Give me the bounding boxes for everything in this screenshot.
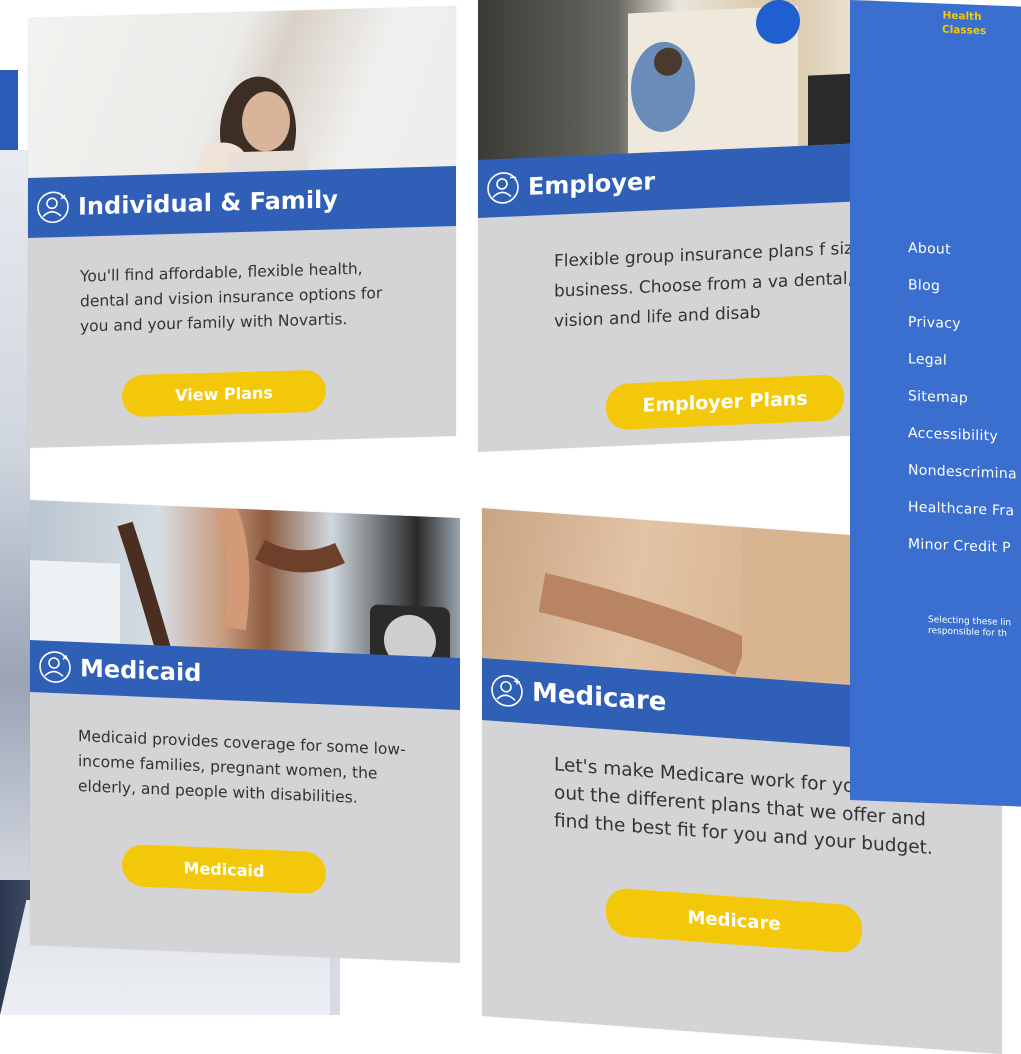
card-title: Medicare	[532, 677, 667, 718]
card-description: Flexible group insurance plans f size bu…	[554, 238, 864, 332]
card-title: Employer	[528, 167, 656, 201]
card-medicaid: Medicaid Medicaid provides coverage for …	[30, 500, 460, 964]
person-icon	[37, 191, 69, 224]
card-title: Medicaid	[80, 654, 202, 688]
person-plus-icon	[491, 674, 523, 707]
card-description: You'll find affordable, flexible health,…	[80, 259, 383, 336]
footer-link-privacy[interactable]: Privacy	[908, 304, 1017, 345]
footer-link-blog[interactable]: Blog	[908, 267, 1017, 308]
footer-link-legal[interactable]: Legal	[908, 341, 1017, 382]
footer-link-list: About Blog Privacy Legal Sitemap Accessi…	[908, 230, 1017, 567]
view-plans-button[interactable]: View Plans	[122, 369, 326, 418]
footer-link-sitemap[interactable]: Sitemap	[908, 378, 1017, 419]
card-individual-family: Individual & Family You'll find affordab…	[28, 6, 456, 448]
background-blur	[0, 150, 30, 910]
card-photo-mother-baby	[28, 6, 456, 193]
person-minus-icon	[487, 172, 519, 204]
footer-link-about[interactable]: About	[908, 230, 1017, 271]
card-description: Medicaid provides coverage for some low-…	[78, 727, 406, 807]
footer-disclaimer-line: responsible for th	[928, 625, 1007, 640]
footer-disclaimer: Selecting these lin responsible for th	[928, 615, 1011, 640]
footer-links-panel: Health Classes About Blog Privacy Legal …	[850, 0, 1021, 807]
footer-link-nondiscrimination[interactable]: Nondescrimina	[908, 452, 1017, 493]
footer-link-accessibility[interactable]: Accessibility	[908, 415, 1017, 456]
health-classes-link[interactable]: Health Classes	[942, 9, 986, 39]
medicaid-button[interactable]: Medicaid	[122, 843, 326, 895]
employer-plans-button[interactable]: Employer Plans	[606, 374, 844, 431]
footer-link-healthcare-fraud[interactable]: Healthcare Fra	[908, 489, 1017, 530]
person-icon	[39, 651, 71, 683]
medicare-button[interactable]: Medicare	[606, 887, 862, 954]
card-title-band: Individual & Family	[28, 166, 456, 238]
card-title: Individual & Family	[78, 185, 338, 221]
card-employer: Employer Flexible group insurance plans …	[478, 0, 878, 453]
footer-link-minor-credit[interactable]: Minor Credit P	[908, 526, 1017, 567]
